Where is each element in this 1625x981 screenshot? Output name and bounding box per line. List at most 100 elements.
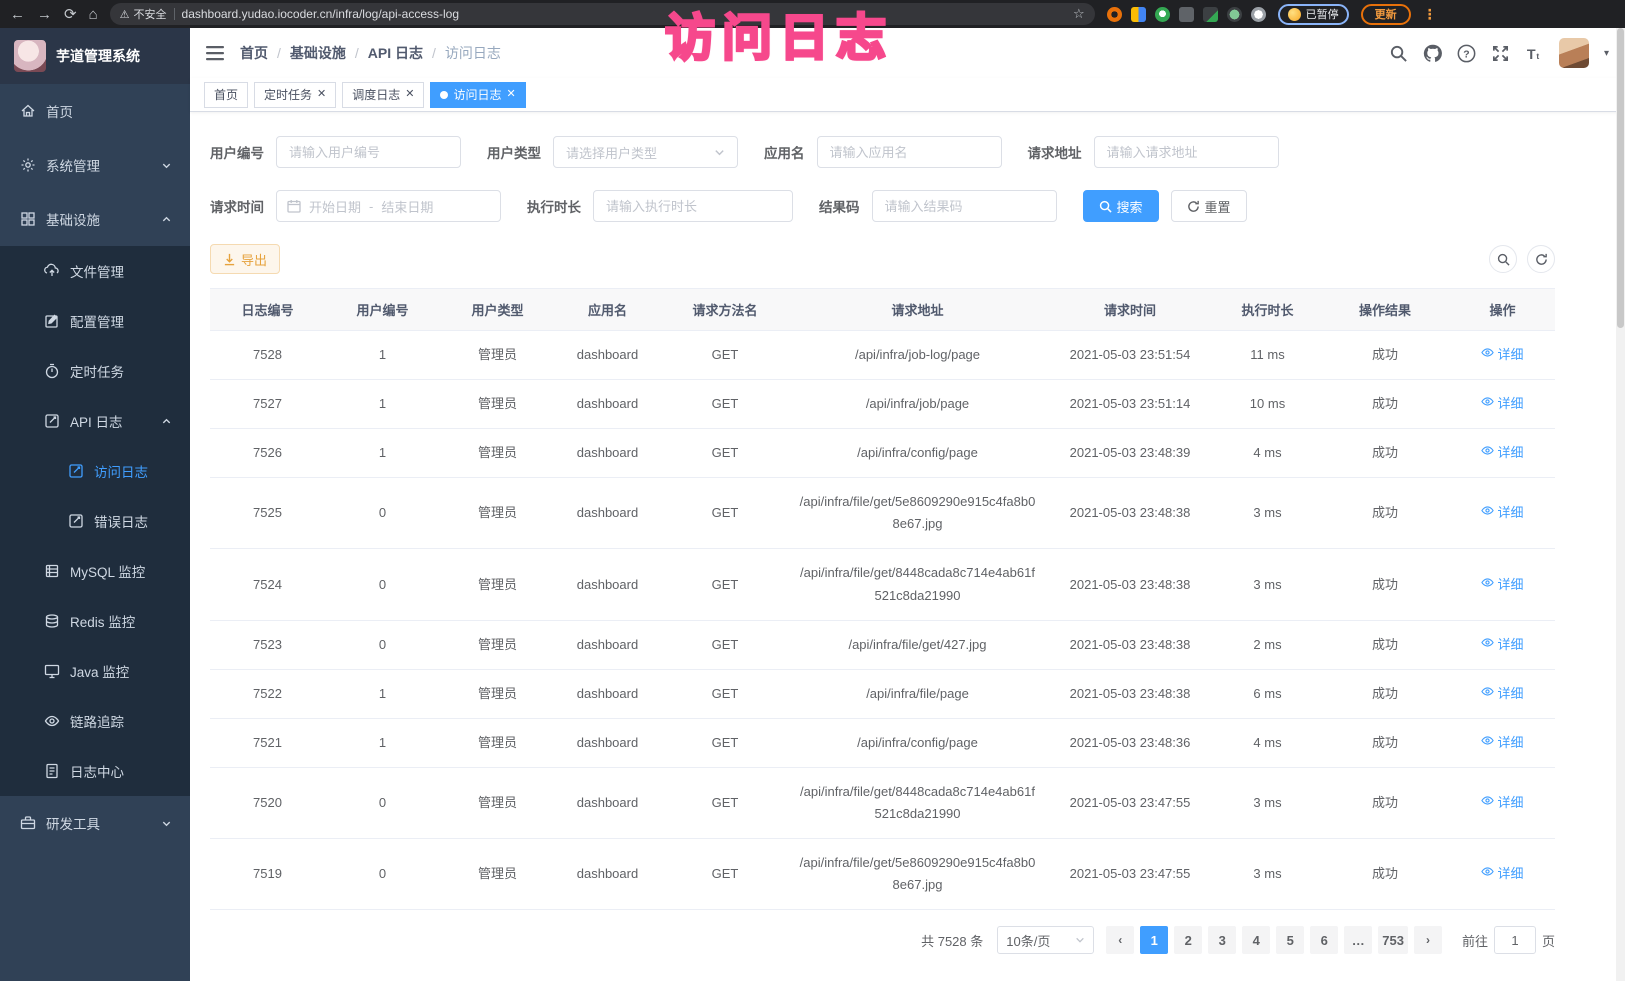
page-button-6[interactable]: 6 [1310,926,1338,954]
browser-update-button[interactable]: 更新 [1361,4,1411,25]
detail-button[interactable]: 详细 [1481,344,1523,366]
sidebar-item-定时任务[interactable]: 定时任务 [0,346,190,396]
detail-button[interactable]: 详细 [1481,863,1523,885]
refresh-table-button[interactable] [1527,245,1555,273]
browser-back-icon[interactable]: ← [10,7,25,22]
page-button-1[interactable]: 1 [1140,926,1168,954]
prev-page-button[interactable]: ‹ [1106,926,1134,954]
table-cell: dashboard [555,718,660,767]
scrollbar-thumb[interactable] [1617,28,1624,328]
extensions-puzzle-icon[interactable] [1251,7,1266,22]
extension-icon[interactable] [1107,7,1122,22]
sidebar-item-Redis 监控[interactable]: Redis 监控 [0,596,190,646]
sidebar-item-访问日志[interactable]: 访问日志 [0,446,190,496]
detail-button[interactable]: 详细 [1481,634,1523,656]
extension-icon[interactable] [1179,7,1194,22]
sidebar-item-错误日志[interactable]: 错误日志 [0,496,190,546]
table-cell: /api/infra/file/get/5e8609290e915c4fa8b0… [790,478,1045,549]
sidebar-item-MySQL 监控[interactable]: MySQL 监控 [0,546,190,596]
table-row: 75250管理员dashboardGET/api/infra/file/get/… [210,478,1555,549]
tab-调度日志[interactable]: 调度日志✕ [342,82,424,108]
header-search-icon[interactable] [1389,44,1408,63]
table-cell: 7528 [210,331,325,380]
font-size-icon[interactable]: Tt [1525,44,1544,63]
extension-icon[interactable] [1155,7,1170,22]
profile-paused-badge[interactable]: 已暂停 [1278,4,1349,25]
column-header-用户类型: 用户类型 [440,289,555,331]
detail-button[interactable]: 详细 [1481,683,1523,705]
tab-访问日志[interactable]: 访问日志✕ [430,82,525,108]
app-name-input[interactable] [817,136,1002,168]
extension-icon[interactable] [1131,7,1146,22]
browser-scrollbar[interactable] [1616,28,1625,981]
user-type-select[interactable]: 请选择用户类型 [553,136,738,168]
page-size-select[interactable]: 10条/页 [997,926,1094,954]
page-button-753[interactable]: 753 [1378,926,1408,954]
page-button-4[interactable]: 4 [1242,926,1270,954]
sidebar-item-研发工具[interactable]: 研发工具 [0,796,190,850]
breadcrumb-item-基础设施[interactable]: 基础设施 [290,43,346,63]
page-button-2[interactable]: 2 [1174,926,1202,954]
sidebar-item-首页[interactable]: 首页 [0,84,190,138]
sidebar-item-API 日志[interactable]: API 日志 [0,396,190,446]
close-tab-icon[interactable]: ✕ [507,89,516,100]
sidebar-item-链路追踪[interactable]: 链路追踪 [0,696,190,746]
sidebar-item-日志中心[interactable]: 日志中心 [0,746,190,796]
duration-input[interactable] [593,190,793,222]
browser-reload-icon[interactable]: ⟳ [64,7,77,22]
bookmark-star-icon[interactable]: ☆ [1073,6,1085,22]
page-button-3[interactable]: 3 [1208,926,1236,954]
fullscreen-icon[interactable] [1491,44,1510,63]
address-bar[interactable]: ⚠不安全 dashboard.yudao.iocoder.cn/infra/lo… [110,3,1095,25]
extension-icon[interactable] [1227,7,1242,22]
page-button-5[interactable]: 5 [1276,926,1304,954]
export-button[interactable]: 导出 [210,244,280,274]
table-cell: 2021-05-03 23:47:55 [1045,767,1215,838]
table-cell: dashboard [555,669,660,718]
sidebar-item-文件管理[interactable]: 文件管理 [0,246,190,296]
column-header-日志编号: 日志编号 [210,289,325,331]
search-button[interactable]: 搜索 [1083,190,1159,222]
hamburger-icon[interactable] [206,45,224,61]
result-code-input[interactable] [872,190,1057,222]
user-id-input[interactable] [276,136,461,168]
sidebar-item-配置管理[interactable]: 配置管理 [0,296,190,346]
request-url-input[interactable] [1094,136,1279,168]
detail-button[interactable]: 详细 [1481,502,1523,524]
browser-home-icon[interactable]: ⌂ [89,7,98,22]
close-tab-icon[interactable]: ✕ [317,89,326,100]
reset-button[interactable]: 重置 [1171,190,1247,222]
more-pages-button[interactable]: … [1344,926,1372,954]
detail-button[interactable]: 详细 [1481,393,1523,415]
sidebar-item-基础设施[interactable]: 基础设施 [0,192,190,246]
help-icon[interactable]: ? [1457,44,1476,63]
browser-forward-icon[interactable]: → [37,7,52,22]
detail-button[interactable]: 详细 [1481,792,1523,814]
table-cell: 1 [325,718,440,767]
breadcrumb-item-首页[interactable]: 首页 [240,43,268,63]
filter-row-2: 请求时间 开始日期 - 结束日期 执行时长 结果码 [210,190,1555,222]
request-time-range-picker[interactable]: 开始日期 - 结束日期 [276,190,501,222]
detail-button[interactable]: 详细 [1481,442,1523,464]
security-warning-icon[interactable]: ⚠不安全 [120,6,167,22]
goto-page-input[interactable] [1494,926,1536,954]
app-logo-row[interactable]: 芋道管理系统 [0,28,190,84]
avatar-caret-icon[interactable]: ▾ [1604,48,1609,59]
sidebar-item-系统管理[interactable]: 系统管理 [0,138,190,192]
table-cell: 7524 [210,549,325,620]
table-cell: 2021-05-03 23:48:38 [1045,620,1215,669]
github-icon[interactable] [1423,44,1442,63]
breadcrumb-item-API 日志[interactable]: API 日志 [368,43,423,63]
tab-首页[interactable]: 首页 [204,82,248,108]
tab-定时任务[interactable]: 定时任务✕ [254,82,336,108]
table-cell-actions: 详细 [1450,380,1555,429]
close-tab-icon[interactable]: ✕ [405,89,414,100]
browser-menu-icon[interactable]: ⋮ [1423,6,1437,23]
detail-button[interactable]: 详细 [1481,732,1523,754]
detail-button[interactable]: 详细 [1481,574,1523,596]
next-page-button[interactable]: › [1414,926,1442,954]
hide-search-button[interactable] [1489,245,1517,273]
extension-icon[interactable] [1203,7,1218,22]
user-avatar[interactable] [1559,38,1589,68]
sidebar-item-Java 监控[interactable]: Java 监控 [0,646,190,696]
